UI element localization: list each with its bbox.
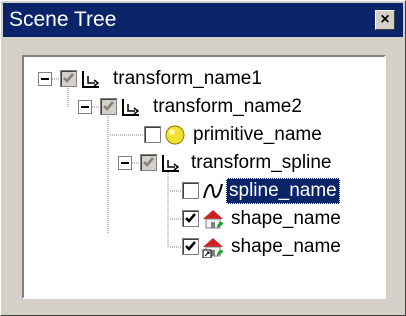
tree-node-label[interactable]: transform_spline — [188, 150, 334, 176]
visibility-checkbox[interactable] — [60, 70, 77, 87]
collapse-toggle[interactable] — [118, 156, 132, 170]
check-mark-icon — [103, 101, 114, 111]
visibility-checkbox[interactable] — [100, 98, 117, 115]
visibility-checkbox[interactable] — [182, 238, 199, 255]
window-title: Scene Tree — [9, 8, 117, 31]
close-button[interactable]: × — [375, 10, 395, 30]
tree-node-label[interactable]: shape_name — [228, 206, 344, 232]
tree-node-label[interactable]: shape_name — [228, 234, 344, 260]
check-mark-icon — [63, 73, 74, 83]
visibility-checkbox[interactable] — [182, 182, 199, 199]
close-icon: × — [380, 11, 390, 28]
house-icon — [203, 210, 223, 229]
transform-icon — [162, 155, 180, 172]
transform-icon — [82, 71, 100, 88]
title-bar[interactable]: Scene Tree × — [3, 3, 403, 37]
collapse-toggle[interactable] — [38, 72, 52, 86]
tree-node-label[interactable]: transform_name2 — [150, 94, 305, 120]
scene-tree-window: Scene Tree × transform_name1 transform_n… — [0, 0, 406, 316]
tree-node-label-selected[interactable]: spline_name — [226, 178, 340, 204]
collapse-toggle[interactable] — [78, 100, 92, 114]
spline-icon — [203, 183, 223, 199]
scene-tree-panel[interactable]: transform_name1 transform_name2 primitiv… — [22, 55, 386, 299]
check-mark-icon — [143, 157, 154, 167]
visibility-checkbox[interactable] — [144, 126, 161, 143]
check-mark-icon — [185, 213, 196, 223]
visibility-checkbox[interactable] — [182, 210, 199, 227]
visibility-checkbox[interactable] — [140, 154, 157, 171]
house-link-icon — [202, 238, 223, 258]
tree-node-label[interactable]: transform_name1 — [110, 66, 265, 92]
transform-icon — [122, 99, 140, 116]
sphere-icon — [165, 125, 185, 145]
tree-node-label[interactable]: primitive_name — [190, 122, 325, 148]
check-mark-icon — [185, 241, 196, 251]
